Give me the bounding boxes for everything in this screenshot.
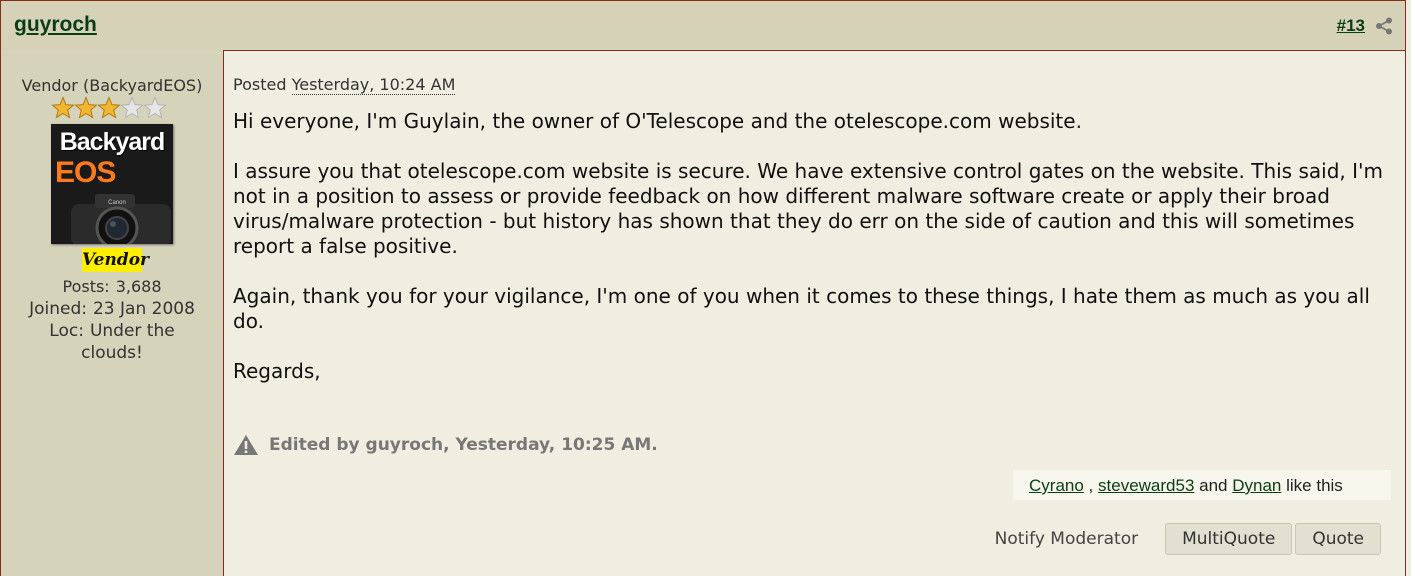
likes-separator: and (1199, 476, 1228, 495)
likes-separator: , (1088, 476, 1094, 495)
star-filled-icon (97, 96, 121, 119)
likes-suffix: like this (1286, 476, 1343, 495)
forum-post: guyroch #13 Vendor (BackyardEOS) Backyar… (0, 0, 1406, 576)
stat-posts-label: Posts: (62, 277, 110, 296)
stat-posts-value: 3,688 (115, 277, 162, 296)
post-paragraph: Again, thank you for your vigilance, I'm… (233, 284, 1370, 333)
like-user-link[interactable]: steveward53 (1098, 476, 1194, 495)
likes-bar: Cyrano , steveward53 and Dynan like this (1013, 470, 1391, 500)
avatar-text-backyard: Backyard (59, 128, 166, 156)
posted-line: Posted Yesterday, 10:24 AM (233, 75, 456, 95)
camera-icon: Canon (71, 194, 171, 244)
avatar[interactable]: Backyard EOS Canon (51, 124, 173, 244)
like-user-link[interactable]: Cyrano (1029, 476, 1084, 495)
stat-joined: Joined: 23 Jan 2008 (1, 298, 223, 320)
multiquote-button[interactable]: MultiQuote (1165, 523, 1293, 555)
vendor-badge: Vendor (82, 248, 149, 272)
star-empty-icon (120, 96, 144, 119)
post-actions: Notify Moderator MultiQuote Quote (995, 523, 1381, 555)
warning-icon (234, 435, 258, 455)
share-icon[interactable] (1375, 17, 1393, 35)
star-filled-icon (51, 96, 75, 119)
notify-moderator-link[interactable]: Notify Moderator (995, 529, 1138, 549)
stat-location-value: Under the clouds! (81, 321, 175, 363)
posted-time[interactable]: Yesterday, 10:24 AM (291, 75, 456, 95)
post-paragraph: Regards, (233, 359, 321, 383)
avatar-text-eos: EOS (55, 156, 116, 189)
author-sidebar: Vendor (BackyardEOS) Backyard EOS Canon … (1, 50, 224, 576)
post-paragraph: I assure you that otelescope.com website… (233, 159, 1383, 258)
stat-location: Loc: Under the clouds! (41, 320, 183, 364)
svg-text:Canon: Canon (108, 200, 126, 206)
post-header: guyroch #13 (1, 1, 1405, 51)
like-user-link[interactable]: Dynan (1232, 476, 1281, 495)
edited-note: Edited by guyroch, Yesterday, 10:25 AM. (233, 434, 658, 456)
user-title: Vendor (BackyardEOS) (21, 76, 203, 95)
post-body: Hi everyone, I'm Guylain, the owner of O… (233, 109, 1398, 409)
stat-posts: Posts: 3,688 (1, 276, 223, 298)
rating-stars (51, 96, 167, 120)
stat-joined-label: Joined: (29, 299, 87, 319)
post-paragraph: Hi everyone, I'm Guylain, the owner of O… (233, 109, 1082, 133)
star-empty-icon (143, 96, 167, 119)
post-content: Posted Yesterday, 10:24 AM Hi everyone, … (224, 50, 1405, 576)
star-filled-icon (74, 96, 98, 119)
posted-label: Posted (233, 75, 287, 94)
quote-button[interactable]: Quote (1295, 523, 1381, 555)
stat-location-label: Loc: (49, 321, 84, 341)
edited-text: Edited by guyroch, Yesterday, 10:25 AM. (269, 435, 658, 455)
stat-joined-value: 23 Jan 2008 (92, 299, 195, 319)
post-number-link[interactable]: #13 (1337, 16, 1365, 36)
author-name-link[interactable]: guyroch (14, 13, 97, 37)
